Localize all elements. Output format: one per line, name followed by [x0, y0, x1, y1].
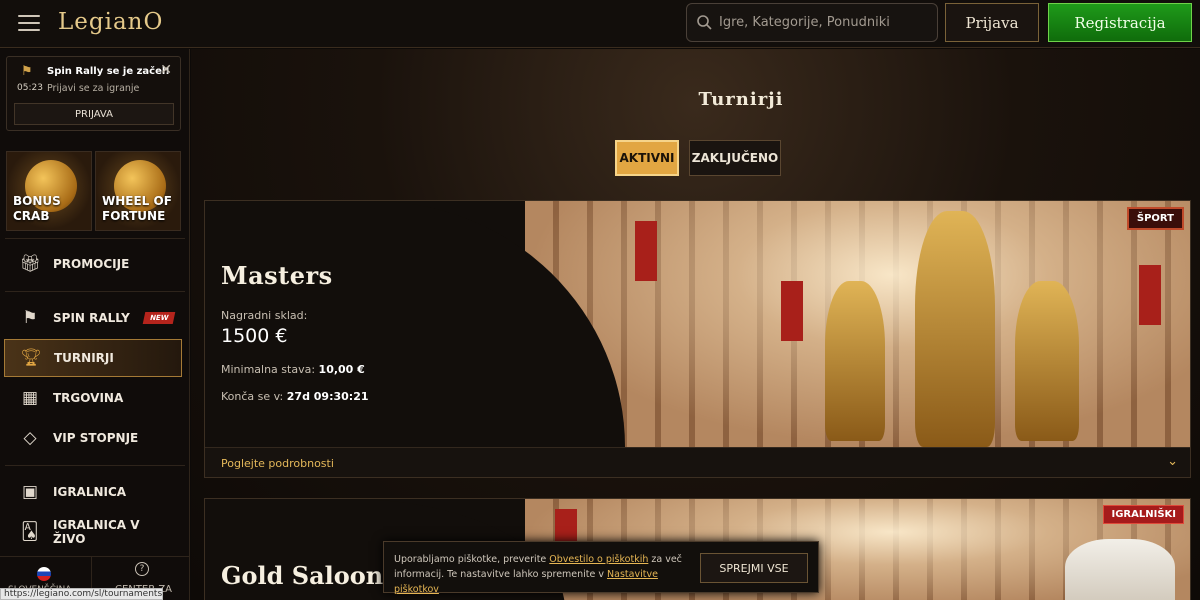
divider	[5, 465, 185, 466]
site-logo[interactable]: LegianO	[58, 9, 163, 35]
sidebar-item-tournaments[interactable]: 🏆︎ TURNIRJI	[4, 339, 182, 377]
checkered-flag-icon: ⚑	[22, 308, 38, 328]
close-icon[interactable]: ✕	[160, 62, 172, 78]
trophy-icon: 🏆︎	[20, 348, 42, 368]
register-button[interactable]: Registracija	[1048, 3, 1192, 42]
sidebar-item-label: IGRALNICA V ŽIVO	[53, 518, 140, 546]
sidebar-item-casino[interactable]: ▣ IGRALNICA	[4, 473, 182, 511]
accept-all-button[interactable]: SPREJMI VSE	[700, 553, 808, 583]
category-badge: ŠPORT	[1126, 207, 1184, 230]
tab-finished[interactable]: ZAKLJUČENO	[689, 140, 781, 176]
gift-icon: 🎁︎	[19, 254, 41, 274]
notification-subtitle: Prijavi se za igranje	[47, 83, 140, 94]
help-icon[interactable]: ?	[135, 562, 149, 576]
details-label: Poglejte podrobnosti	[221, 457, 334, 470]
login-button[interactable]: Prijava	[945, 3, 1039, 42]
new-badge: NEW	[142, 312, 176, 324]
sidebar-item-label: PROMOCIJE	[53, 257, 130, 271]
notification-title: Spin Rally se je začel!	[47, 66, 170, 77]
chevron-down-icon: ⌄	[1167, 454, 1178, 469]
tournament-card[interactable]: ŠPORT Masters Nagradni sklad: 1500 € Min…	[204, 200, 1191, 478]
cookie-text: Uporabljamo piškotke, preverite Obvestil…	[394, 554, 682, 595]
sidebar-item-label: TURNIRJI	[54, 351, 114, 365]
cards-icon: 🂡	[21, 522, 39, 542]
sidebar-item-vip[interactable]: ◇ VIP STOPNJE	[4, 419, 182, 457]
page-title: Turnirji	[698, 89, 784, 110]
ends-in: Konča se v: 27d 09:30:21	[221, 390, 369, 403]
checkered-flag-icon: ⚑	[21, 64, 33, 79]
search-input[interactable]: Igre, Kategorije, Ponudniki	[686, 3, 938, 42]
prize-pool-label: Nagradni sklad:	[221, 309, 308, 322]
sidebar-item-label: IGRALNICA	[53, 485, 127, 499]
search-icon	[697, 15, 712, 30]
category-badge: IGRALNIŠKI	[1103, 505, 1184, 524]
min-bet: Minimalna stava: 10,00 €	[221, 363, 365, 376]
main-content: Turnirji AKTIVNI ZAKLJUČENO ŠPORT Master…	[191, 49, 1200, 600]
sidebar-item-label: VIP STOPNJE	[53, 431, 139, 445]
divider	[5, 291, 185, 292]
menu-icon[interactable]	[18, 15, 40, 31]
sidebar: ⚑ Spin Rally se je začel! ✕ 05:23 Prijav…	[0, 49, 190, 600]
spin-rally-notification: ⚑ Spin Rally se je začel! ✕ 05:23 Prijav…	[6, 56, 181, 131]
search-placeholder: Igre, Kategorije, Ponudniki	[719, 15, 890, 30]
diamond-icon: ◇	[23, 428, 37, 448]
sidebar-item-label: TRGOVINA	[53, 391, 124, 405]
top-header: LegianO Igre, Kategorije, Ponudniki Prij…	[0, 0, 1200, 48]
tournament-title: Masters	[221, 261, 333, 290]
sidebar-item-shop[interactable]: ▦ TRGOVINA	[4, 379, 182, 417]
sidebar-item-promotions[interactable]: 🎁︎ PROMOCIJE	[4, 245, 182, 283]
notification-timer: 05:23	[17, 83, 43, 93]
cookie-banner: Uporabljamo piškotke, preverite Obvestil…	[383, 541, 819, 595]
sidebar-item-spin-rally[interactable]: ⚑ SPIN RALLY NEW	[4, 299, 182, 337]
shop-icon: ▦	[21, 388, 39, 408]
wheel-of-fortune-label: WHEEL OF FORTUNE	[102, 194, 172, 223]
bonus-crab-tile[interactable]: BONUS CRAB	[6, 151, 92, 231]
notification-login-button[interactable]: PRIJAVA	[14, 103, 174, 125]
sidebar-item-live-casino[interactable]: 🂡 IGRALNICA V ŽIVO	[4, 513, 182, 551]
tournament-title: Gold Saloon	[221, 561, 384, 590]
browser-status-url: https://legiano.com/sl/tournaments	[0, 588, 163, 600]
wheel-of-fortune-tile[interactable]: WHEEL OF FORTUNE	[95, 151, 181, 231]
tab-active[interactable]: AKTIVNI	[615, 140, 679, 176]
divider	[5, 238, 185, 239]
sidebar-item-label: SPIN RALLY	[53, 311, 130, 325]
tournament-banner-image	[525, 201, 1190, 447]
slovenia-flag-icon	[37, 567, 51, 581]
details-toggle[interactable]: Poglejte podrobnosti ⌄	[205, 447, 1190, 477]
cookie-notice-link[interactable]: Obvestilo o piškotkih	[549, 554, 648, 565]
slot-machine-icon: ▣	[21, 482, 39, 502]
bonus-crab-label: BONUS CRAB	[13, 194, 61, 223]
prize-pool-value: 1500 €	[221, 325, 288, 347]
